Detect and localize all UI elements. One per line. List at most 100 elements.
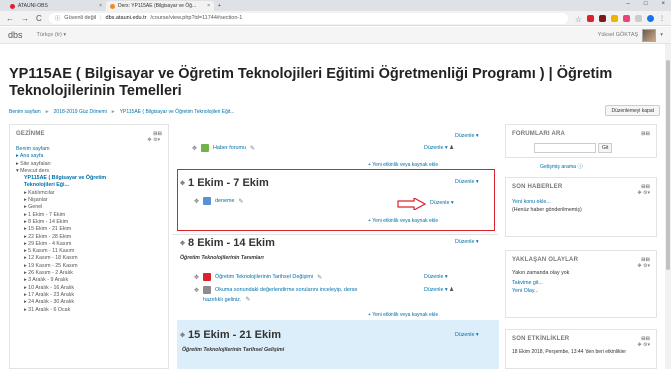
profile-icon[interactable] [647, 14, 654, 22]
nav-item[interactable]: ▸ 31 Aralık - 6 Ocak [16, 307, 162, 314]
extension-icon[interactable] [623, 14, 630, 22]
maximize-button[interactable]: □ [644, 1, 648, 7]
activity-link[interactable]: hazırlıklı geliniz. [203, 297, 241, 303]
tab-label: Ders: YP115AE (Bilgisayar ve Öğ... [118, 3, 197, 9]
forum-icon [201, 144, 210, 152]
avatar[interactable] [642, 28, 657, 42]
nav-item[interactable]: ▸ 26 Kasım - 2 Aralık [16, 270, 162, 277]
nav-item[interactable]: ▸ 22 Ekim - 28 Ekim [16, 234, 162, 241]
activity-link[interactable]: Haber forumu [213, 145, 246, 151]
new-event-link[interactable]: Yeni Olay... [506, 287, 656, 295]
minimize-button[interactable]: – [627, 1, 630, 7]
pencil-icon[interactable]: ✎ [317, 274, 322, 281]
pencil-icon[interactable]: ✎ [239, 198, 244, 205]
info-icon[interactable]: ⓘ [55, 14, 61, 22]
breadcrumb-item[interactable]: Benim sayfam [9, 109, 41, 115]
add-activity-link[interactable]: + Yeni etkinlik veya kaynak ekle [368, 162, 438, 168]
edit-menu[interactable]: Düzenle ▾ ♟ [424, 145, 454, 151]
nav-item[interactable]: ▸ Nişanlar [16, 197, 162, 204]
move-icon[interactable]: ✥ [192, 145, 197, 152]
language-menu[interactable]: Türkçe (tr) ▾ [37, 32, 67, 38]
add-activity-link[interactable]: + Yeni etkinlik veya kaynak ekle [368, 312, 438, 318]
add-topic-link[interactable]: Yeni konu ekle... [506, 196, 656, 206]
breadcrumb-separator: ► [44, 108, 50, 115]
navigation-block: GEZİNME ⊟⊟ ✥ ⚙▾ Benim sayfam ▸ Ana sayfa… [9, 124, 169, 369]
forward-button[interactable]: → [21, 14, 29, 23]
current-section [177, 320, 499, 369]
edit-menu[interactable]: Düzenle ▾ [455, 133, 479, 139]
extension-icon[interactable] [611, 14, 618, 22]
edit-menu[interactable]: Düzenle ▾ [455, 239, 479, 245]
activity-link[interactable]: Öğretim Teknolojilerinin Tarihsel Değişi… [215, 274, 313, 280]
user-group-icon[interactable]: ♟ [449, 287, 454, 293]
search-button[interactable]: Git [598, 143, 613, 153]
nav-item-current-course[interactable]: YP115AE ( Bilgisayar ve Öğretim [16, 175, 162, 182]
url-field[interactable]: ⓘ Güvenli değil | dbs.atauni.edu.tr/cour… [48, 12, 568, 24]
menu-icon[interactable]: ⋮ [659, 15, 665, 22]
back-button[interactable]: ← [6, 14, 14, 23]
add-activity-link[interactable]: + Yeni etkinlik veya kaynak ekle [368, 218, 438, 224]
edit-menu[interactable]: Düzenle ▾ [430, 200, 454, 206]
breadcrumb-item[interactable]: YP115AE ( Bilgisayar ve Öğretim Teknoloj… [120, 109, 235, 115]
user-group-icon[interactable]: ♟ [449, 145, 454, 151]
section-title-text: 1 Ekim - 7 Ekim [188, 177, 269, 189]
extension-icon[interactable] [635, 14, 642, 22]
edit-menu[interactable]: Düzenle ▾ [455, 179, 479, 185]
nav-item[interactable]: ▸ 29 Ekim - 4 Kasım [16, 241, 162, 248]
browser-tab-active[interactable]: Ders: YP115AE (Bilgisayar ve Öğ... × [106, 1, 214, 11]
news-block: SON HABERLER ⊟⊟ ✥ ⚙▾ Yeni konu ekle... (H… [505, 177, 657, 237]
nav-item[interactable]: ▸ 15 Ekim - 21 Ekim [16, 226, 162, 233]
nav-item[interactable]: ▸ Ana sayfa [16, 153, 162, 160]
close-window-button[interactable]: × [661, 1, 665, 7]
nav-item-current-course[interactable]: Teknolojileri Eği... [16, 182, 162, 189]
nav-item[interactable]: Benim sayfam [16, 146, 162, 153]
edit-menu[interactable]: Düzenle ▾ [424, 274, 448, 280]
block-controls[interactable]: ⊟⊟ [641, 131, 650, 137]
nav-item[interactable]: ▸ 24 Aralık - 30 Aralık [16, 299, 162, 306]
new-tab-button[interactable]: + [214, 1, 228, 11]
breadcrumb: Benim sayfam ► 2018-2019 Güz Dönemi ► YP… [9, 104, 659, 119]
move-icon[interactable]: ✥ [194, 274, 199, 281]
nav-item[interactable]: ▸ 1 Ekim - 7 Ekim [16, 212, 162, 219]
nav-item[interactable]: ▸ 17 Aralık - 23 Aralık [16, 292, 162, 299]
move-icon[interactable]: ✥ [194, 198, 199, 205]
user-menu[interactable]: Yüksel GÖKTAŞ ▾ [598, 28, 663, 42]
activity-link[interactable]: deneme [215, 198, 234, 204]
scrollbar-thumb[interactable] [666, 60, 670, 270]
search-input[interactable] [534, 143, 596, 153]
nav-item[interactable]: ▸ 19 Kasım - 25 Kasım [16, 263, 162, 270]
nav-item[interactable]: ▸ Site sayfaları [16, 161, 162, 168]
calendar-link[interactable]: Takvime git... [506, 277, 656, 287]
extension-icon[interactable] [587, 14, 594, 22]
nav-item[interactable]: ▸ 12 Kasım - 18 Kasım [16, 255, 162, 262]
nav-item[interactable]: ▸ 5 Kasım - 11 Kasım [16, 248, 162, 255]
nav-item[interactable]: ▸ Katılımcılar [16, 190, 162, 197]
advanced-search-link[interactable]: Gelişmiş arama ⓘ [540, 163, 583, 170]
activity-resource: ✥ Öğretim Teknolojilerinin Tarihsel Deği… [194, 273, 322, 281]
activity-link[interactable]: Okuma sonundaki değerlendirme sorularını… [215, 287, 357, 293]
add-activity-label: Yeni etkinlik veya kaynak ekle [372, 312, 439, 318]
pencil-icon[interactable]: ✎ [250, 145, 255, 152]
recent-activity-since: 18 Ekim 2018, Perşembe, 13:44 'den beri … [512, 349, 627, 355]
move-icon[interactable]: ✥ [180, 180, 185, 187]
close-tab-icon[interactable]: × [99, 3, 102, 9]
move-icon[interactable]: ✥ [180, 332, 185, 339]
bookmark-star-icon[interactable]: ☆ [575, 15, 582, 24]
reload-button[interactable]: C [36, 14, 42, 23]
move-icon[interactable]: ✥ [180, 240, 185, 247]
site-brand[interactable]: dbs [8, 30, 23, 40]
nav-item[interactable]: ▸ 10 Aralık - 16 Aralık [16, 285, 162, 292]
edit-menu[interactable]: Düzenle ▾ ♟ [424, 287, 454, 293]
breadcrumb-item[interactable]: 2018-2019 Güz Dönemi [54, 109, 107, 115]
edit-menu[interactable]: Düzenle ▾ [455, 332, 479, 338]
browser-tab[interactable]: ATAUNI-OBS × [6, 1, 106, 11]
nav-item[interactable]: ▸ 8 Ekim - 14 Ekim [16, 219, 162, 226]
nav-item[interactable]: ▸ Genel [16, 204, 162, 211]
add-activity-label: Yeni etkinlik veya kaynak ekle [372, 218, 439, 224]
extension-icon[interactable] [599, 14, 606, 22]
close-tab-icon[interactable]: × [207, 3, 210, 9]
toggle-editing-button[interactable]: Düzenlemeyi kapat [605, 105, 660, 116]
move-icon[interactable]: ✥ [194, 287, 199, 294]
pencil-icon[interactable]: ✎ [245, 296, 250, 303]
nav-item[interactable]: ▸ 3 Aralık - 9 Aralık [16, 277, 162, 284]
